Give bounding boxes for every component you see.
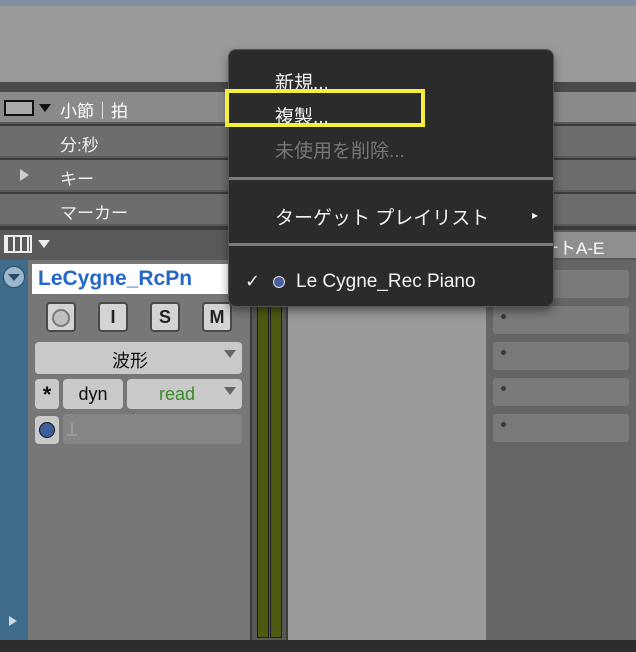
- playlist-dot-icon: [273, 276, 285, 288]
- insert-slot[interactable]: [493, 414, 629, 442]
- automation-mode-selector[interactable]: read: [127, 379, 242, 409]
- expand-triangle-icon[interactable]: [20, 169, 29, 181]
- ruler-label-marker: マーカー: [60, 204, 128, 223]
- ruler-label-min-sec: 分:秒: [60, 136, 99, 155]
- mute-button[interactable]: M: [202, 302, 232, 332]
- highlight-box: [225, 89, 425, 127]
- record-icon: [52, 309, 70, 327]
- menu-item-delete-unused: 未使用を削除...: [275, 141, 405, 162]
- check-icon: ✓: [245, 271, 261, 291]
- timebase-button[interactable]: [35, 416, 59, 444]
- insert-slot[interactable]: [493, 378, 629, 406]
- submenu-arrow-icon: ▸: [532, 208, 539, 222]
- fader-base-icon: [67, 434, 77, 436]
- slot-dot-icon: [501, 314, 506, 319]
- automation-dyn-button[interactable]: dyn: [63, 379, 123, 409]
- playlist-area[interactable]: [288, 260, 486, 640]
- track-color-strip: [0, 260, 28, 640]
- level-meter-right: [270, 300, 282, 638]
- slot-dot-icon: [501, 386, 506, 391]
- chevron-down-icon: [224, 387, 236, 395]
- clock-icon: [39, 422, 55, 438]
- chevron-down-icon[interactable]: [38, 240, 50, 248]
- track-view-icon[interactable]: [4, 235, 32, 253]
- expand-triangle-icon[interactable]: [9, 616, 17, 626]
- menu-item-target-playlist[interactable]: ターゲット プレイリスト: [275, 203, 489, 230]
- input-monitor-button[interactable]: I: [98, 302, 128, 332]
- track-name[interactable]: LeCygne_RcPn: [32, 264, 228, 294]
- slot-dot-icon: [501, 422, 506, 427]
- record-button[interactable]: [46, 302, 76, 332]
- solo-button[interactable]: S: [150, 302, 180, 332]
- bottom-strip: [0, 640, 636, 652]
- chevron-down-icon: [8, 274, 20, 281]
- ruler-view-icon[interactable]: [4, 100, 34, 116]
- slot-dot-icon: [501, 350, 506, 355]
- level-meter-left: [257, 300, 269, 638]
- track-options-icon[interactable]: [3, 266, 25, 288]
- chevron-down-icon[interactable]: [39, 104, 51, 112]
- chevron-down-icon: [224, 350, 236, 358]
- automation-mode-label: read: [158, 384, 196, 404]
- ruler-label-key: キー: [60, 170, 94, 189]
- menu-separator: [229, 177, 553, 180]
- asterisk-button[interactable]: *: [35, 379, 59, 409]
- menu-separator: [229, 243, 553, 246]
- menu-item-playlist-le-cygne[interactable]: Le Cygne_Rec Piano: [296, 271, 476, 293]
- insert-slot[interactable]: [493, 306, 629, 334]
- ruler-label-bars-beats: 小節｜拍: [60, 102, 128, 121]
- insert-slot[interactable]: [493, 342, 629, 370]
- track-view-selector[interactable]: 波形: [35, 342, 242, 374]
- output-selector[interactable]: [63, 414, 242, 444]
- track-view-label: 波形: [112, 351, 148, 371]
